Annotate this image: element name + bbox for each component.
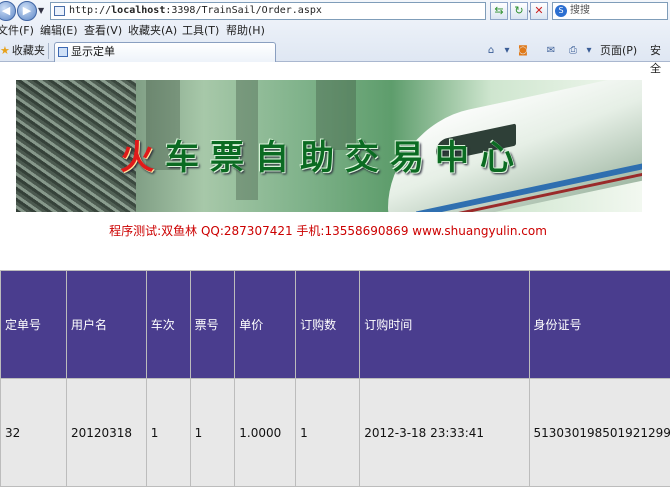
print-dropdown-icon[interactable]: ▾ bbox=[582, 44, 596, 57]
col-header-order-time: 订购时间 bbox=[360, 271, 529, 379]
menu-view[interactable]: 查看(V) bbox=[84, 22, 122, 40]
col-header-ticket-number: 票号 bbox=[190, 271, 235, 379]
back-icon[interactable]: ◀ bbox=[0, 1, 16, 21]
menu-file[interactable]: 文件(F) bbox=[0, 22, 34, 40]
menu-tools[interactable]: 工具(T) bbox=[182, 22, 219, 40]
table-header-row: 定单号 用户名 车次 票号 单价 订购数 订购时间 身份证号 bbox=[1, 271, 670, 379]
search-engine-icon: S bbox=[555, 5, 567, 17]
cell-quantity: 1 bbox=[296, 379, 360, 487]
mail-icon[interactable]: ✉ bbox=[544, 44, 558, 57]
refresh-icon[interactable]: ↻ bbox=[510, 2, 528, 20]
menu-edit[interactable]: 编辑(E) bbox=[40, 22, 78, 40]
history-dropdown-icon[interactable]: ▼ bbox=[38, 6, 46, 15]
forward-icon[interactable]: ▶ bbox=[17, 1, 37, 21]
page-menu-button[interactable]: 页面(P) bbox=[600, 42, 637, 60]
col-header-username: 用户名 bbox=[66, 271, 146, 379]
col-header-train-number: 车次 bbox=[146, 271, 190, 379]
tab-page-icon bbox=[58, 47, 68, 57]
banner-title: 火车票自助交易中心 bbox=[120, 130, 525, 179]
table-row: 32 20120318 1 1 1.0000 1 2012-3-18 23:33… bbox=[1, 379, 670, 487]
menu-favorites[interactable]: 收藏夹(A) bbox=[128, 22, 177, 40]
compat-view-icon[interactable]: ⇆ bbox=[490, 2, 508, 20]
address-bar[interactable]: http://localhost:3398/TrainSail/Order.as… bbox=[50, 2, 486, 20]
favorites-button[interactable]: ★收藏夹 bbox=[0, 43, 45, 59]
cell-order-id: 32 bbox=[1, 379, 67, 487]
favorites-star-icon: ★ bbox=[0, 44, 10, 57]
cell-order-time: 2012-3-18 23:33:41 bbox=[360, 379, 529, 487]
address-row: ◀ ▶ ▼ http://localhost:3398/TrainSail/Or… bbox=[0, 0, 670, 22]
search-input[interactable]: S 搜搜 bbox=[552, 2, 668, 20]
safety-menu-button[interactable]: 安全 bbox=[650, 42, 670, 78]
header-banner: 火车票自助交易中心 bbox=[16, 80, 642, 212]
credit-line: 程序测试:双鱼林 QQ:287307421 手机:13558690869 www… bbox=[0, 222, 670, 240]
home-icon[interactable]: ⌂ bbox=[484, 44, 498, 57]
col-header-unit-price: 单价 bbox=[235, 271, 296, 379]
toolbar-divider bbox=[48, 43, 49, 59]
stop-icon[interactable]: ✕ bbox=[530, 2, 548, 20]
menu-help[interactable]: 帮助(H) bbox=[226, 22, 265, 40]
col-header-id-number: 身份证号 bbox=[529, 271, 670, 379]
menu-bar: 文件(F) 编辑(E) 查看(V) 收藏夹(A) 工具(T) 帮助(H) bbox=[0, 22, 670, 40]
cell-username: 20120318 bbox=[66, 379, 146, 487]
banner-crowd-graphic bbox=[16, 80, 136, 212]
feeds-icon[interactable]: ◙ bbox=[516, 44, 530, 57]
cell-train-number: 1 bbox=[146, 379, 190, 487]
tab-current-page[interactable]: 显示定单 bbox=[54, 42, 276, 62]
cell-id-number: 513030198501921299 bbox=[529, 379, 670, 487]
browser-chrome: ◀ ▶ ▼ http://localhost:3398/TrainSail/Or… bbox=[0, 0, 670, 62]
page-icon bbox=[54, 6, 65, 16]
col-header-order-id: 定单号 bbox=[1, 271, 67, 379]
col-header-quantity: 订购数 bbox=[296, 271, 360, 379]
print-icon[interactable]: ⎙ bbox=[566, 44, 580, 57]
home-dropdown-icon[interactable]: ▾ bbox=[500, 44, 514, 57]
order-table: 定单号 用户名 车次 票号 单价 订购数 订购时间 身份证号 32 201203… bbox=[0, 270, 670, 487]
cell-unit-price: 1.0000 bbox=[235, 379, 296, 487]
tab-row: ★收藏夹 显示定单 ⌂ ▾ ◙ ✉ ⎙ ▾ 页面(P) 安全 bbox=[0, 40, 670, 62]
cell-ticket-number: 1 bbox=[190, 379, 235, 487]
